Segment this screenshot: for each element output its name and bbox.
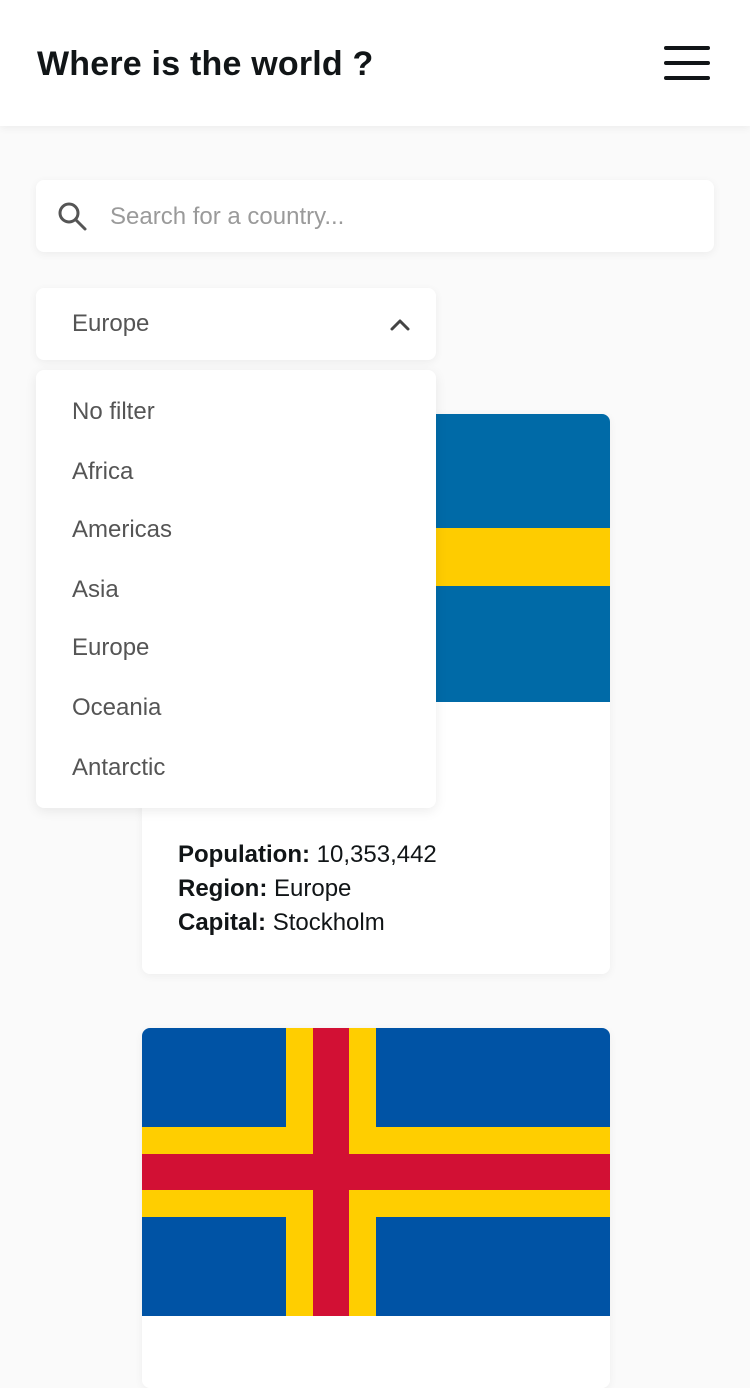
dropdown-option-europe[interactable]: Europe — [36, 622, 436, 672]
dropdown-option-asia[interactable]: Asia — [36, 564, 436, 614]
country-card[interactable] — [142, 1028, 610, 1388]
dropdown-option-oceania[interactable]: Oceania — [36, 682, 436, 732]
dropdown-option-africa[interactable]: Africa — [36, 446, 436, 496]
population-value: 10,353,442 — [316, 841, 437, 868]
capital-value: Stockholm — [272, 909, 385, 936]
region-dropdown-menu: No filter Africa Americas Asia Europe Oc… — [36, 370, 436, 808]
capital-label: Capital: — [178, 909, 267, 936]
region-row: Region: Europe — [178, 872, 437, 906]
chevron-up-icon — [390, 319, 410, 331]
dropdown-option-americas[interactable]: Americas — [36, 504, 436, 554]
country-details: Population: 10,353,442 Region: Europe Ca… — [178, 838, 437, 940]
hamburger-menu-icon[interactable] — [664, 46, 710, 80]
region-label: Region: — [178, 875, 268, 902]
dropdown-option-antarctic[interactable]: Antarctic — [36, 742, 436, 792]
region-filter-value: Europe — [72, 310, 150, 337]
population-label: Population: — [178, 841, 310, 868]
app-header: Where is the world ? — [0, 0, 750, 126]
search-icon — [58, 202, 87, 231]
country-flag-image — [142, 1028, 610, 1316]
region-filter-select[interactable]: Europe — [36, 288, 436, 360]
capital-row: Capital: Stockholm — [178, 906, 437, 940]
search-input[interactable] — [108, 196, 692, 238]
app-title: Where is the world ? — [37, 45, 374, 83]
region-value: Europe — [274, 875, 352, 902]
population-row: Population: 10,353,442 — [178, 838, 437, 872]
dropdown-option-no-filter[interactable]: No filter — [36, 386, 436, 436]
